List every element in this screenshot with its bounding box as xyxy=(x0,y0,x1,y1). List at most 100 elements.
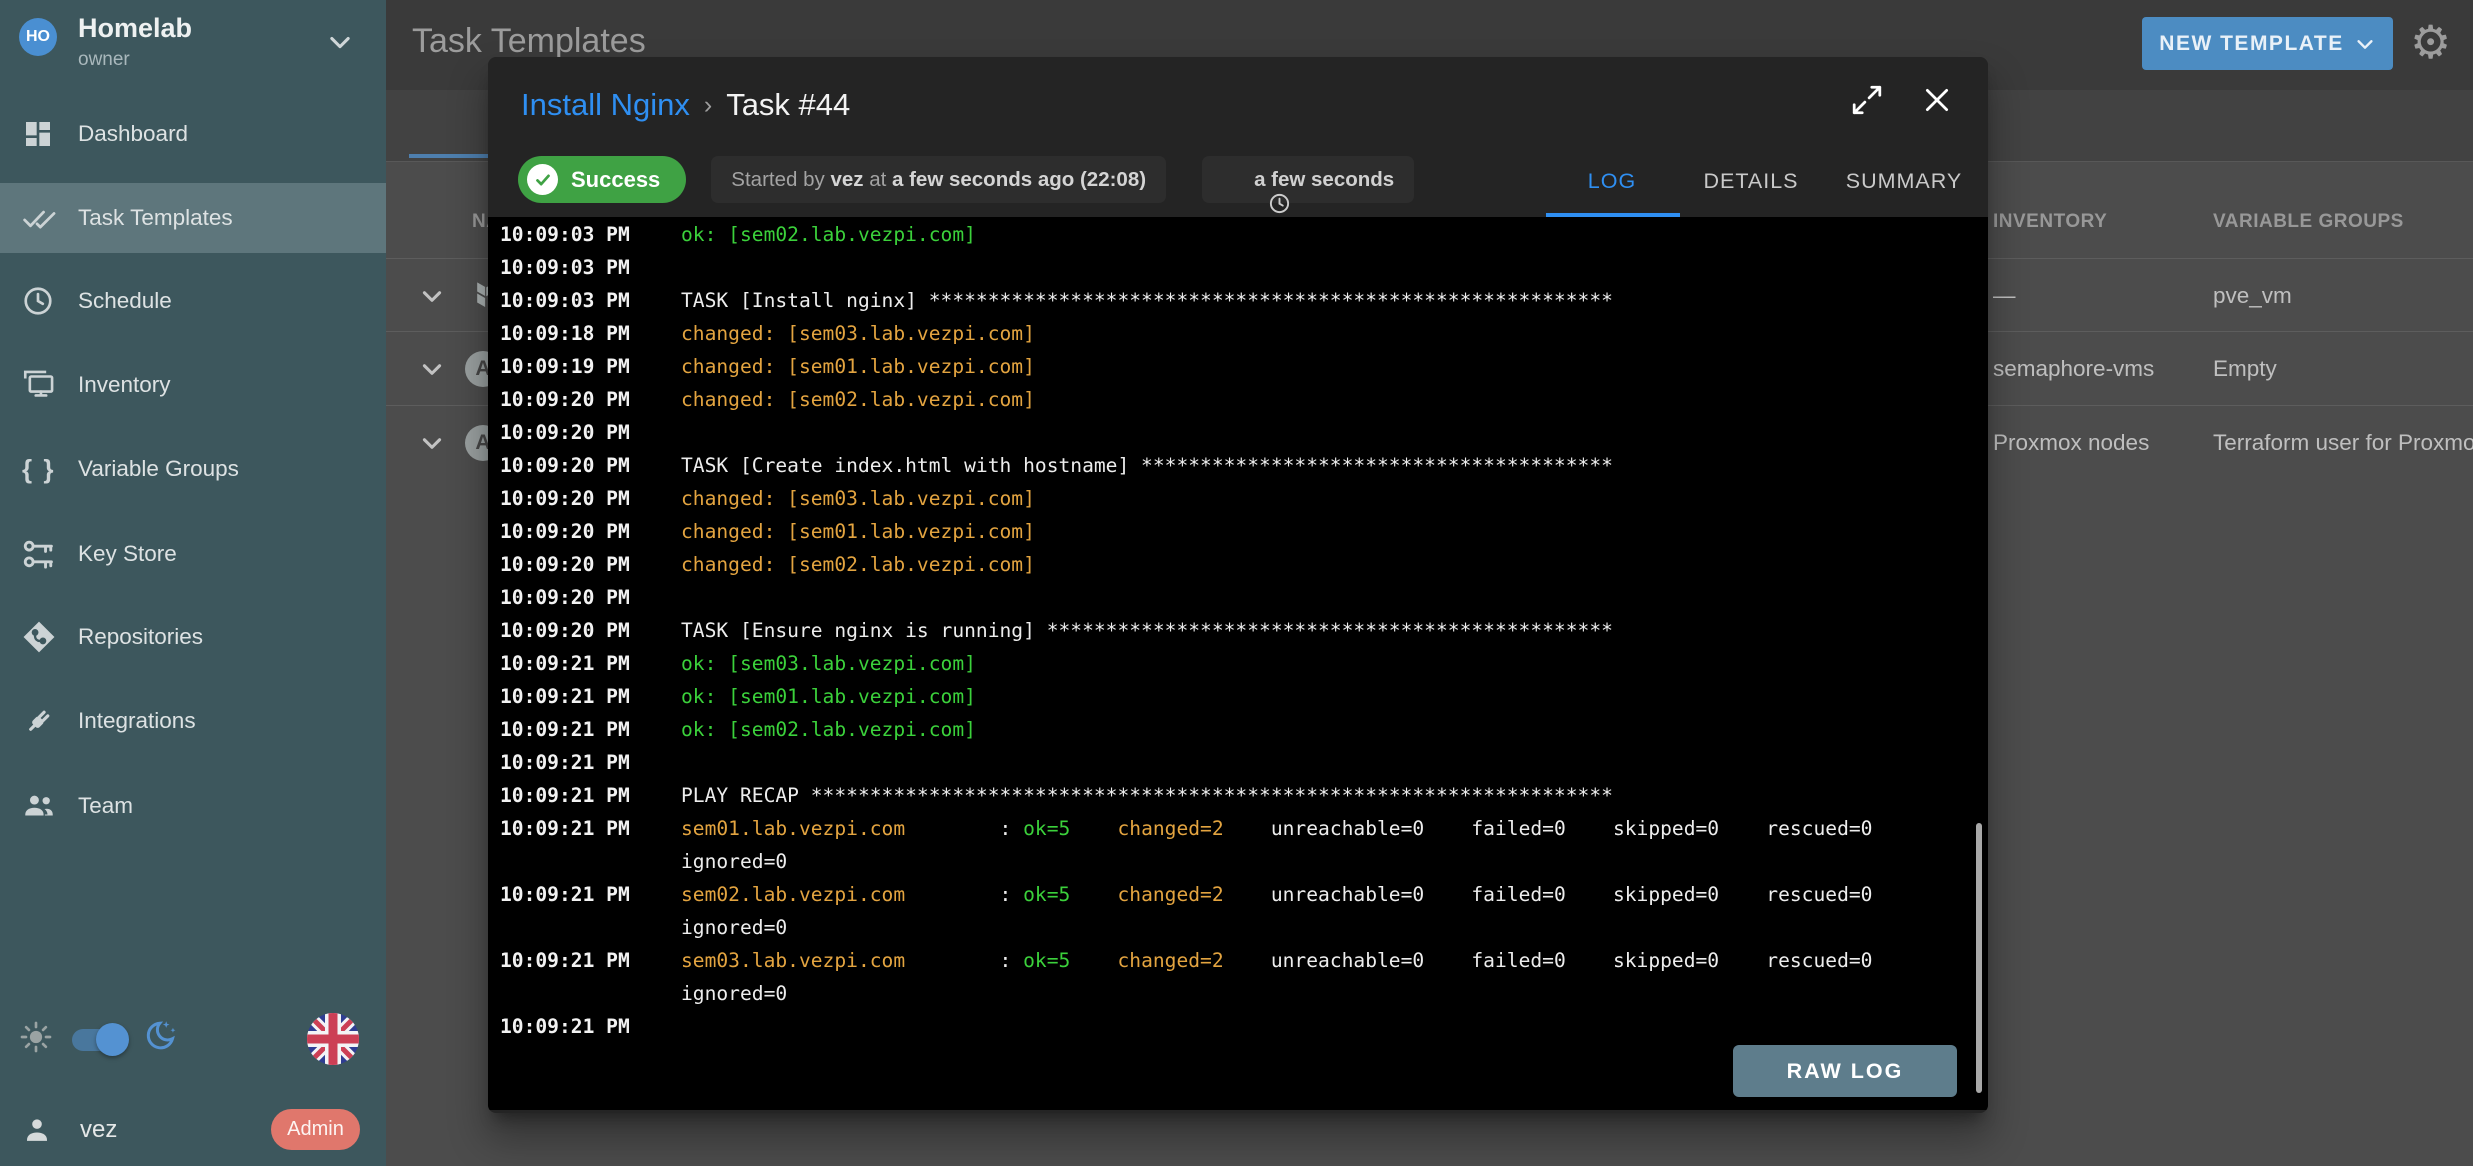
schedule-icon xyxy=(22,284,58,318)
log-timestamp: 10:09:18 PM xyxy=(500,322,630,345)
raw-log-button[interactable]: RAW LOG xyxy=(1733,1045,1957,1097)
clock-icon xyxy=(1222,168,1245,191)
log-message: changed: [sem03.lab.vezpi.com] xyxy=(681,487,1035,510)
log-timestamp: 10:09:21 PM xyxy=(500,751,630,774)
log-timestamp: 10:09:20 PM xyxy=(500,487,630,510)
dark-mode-toggle-knob[interactable] xyxy=(96,1023,129,1056)
tab-all-underline xyxy=(409,154,490,158)
duration-chip: a few seconds xyxy=(1202,156,1414,203)
log-line: 10:09:20 PM xyxy=(500,416,1988,449)
log-timestamp: 10:09:03 PM xyxy=(500,289,630,312)
page-title: Task Templates xyxy=(412,22,646,61)
template-link[interactable]: Install Nginx xyxy=(521,87,690,123)
new-template-button[interactable]: NEW TEMPLATE xyxy=(2142,17,2393,70)
log-line: 10:09:21 PMsem01.lab.vezpi.com : ok=5 ch… xyxy=(500,812,1988,845)
tab-summary[interactable]: SUMMARY xyxy=(1846,169,1963,194)
expand-icon[interactable] xyxy=(1851,84,1883,116)
sidebar-item-team[interactable]: Team xyxy=(0,771,386,841)
close-icon[interactable] xyxy=(1922,85,1952,115)
log-line: 10:09:21 PMok: [sem01.lab.vezpi.com] xyxy=(500,680,1988,713)
log-message: ignored=0 xyxy=(681,850,787,873)
log-timestamp: 10:09:03 PM xyxy=(500,223,630,246)
log-line: 10:09:21 PM xyxy=(500,746,1988,779)
sidebar-item-label: Variable Groups xyxy=(78,456,239,482)
cell-variable-groups: Empty xyxy=(2213,356,2277,382)
log-line: 10:09:20 PM xyxy=(500,581,1988,614)
log-scrollbar-thumb[interactable] xyxy=(1976,823,1982,1093)
sidebar-item-label: Repositories xyxy=(78,624,203,650)
log-line: 10:09:03 PM ok: [sem02.lab.vezpi.com] xyxy=(500,218,1988,251)
project-selector[interactable]: HO Homelab owner xyxy=(0,0,386,92)
log-message: ok: [sem02.lab.vezpi.com] xyxy=(681,223,976,246)
log-timestamp: 10:09:20 PM xyxy=(500,619,630,642)
log-line: 10:09:03 PM xyxy=(500,251,1988,284)
keystore-icon xyxy=(22,537,58,571)
log-line: 10:09:20 PM TASK [Ensure nginx is running… xyxy=(500,614,1988,647)
chevron-down-icon xyxy=(2354,33,2376,55)
log-message: PLAY RECAP *****************************… xyxy=(681,784,1613,807)
project-role: owner xyxy=(78,49,130,71)
sidebar-item-key-store[interactable]: Key Store xyxy=(0,519,386,589)
log-message: sem03.lab.vezpi.com : ok=5 changed=2 unr… xyxy=(681,949,1872,972)
log-message: changed: [sem03.lab.vezpi.com] xyxy=(681,322,1035,345)
column-header-variable-groups: VARIABLE GROUPS xyxy=(2213,211,2404,233)
sidebar-item-inventory[interactable]: Inventory xyxy=(0,350,386,420)
log-message: sem02.lab.vezpi.com : ok=5 changed=2 unr… xyxy=(681,883,1872,906)
log-line: 10:09:20 PM changed: [sem03.lab.vezpi.com… xyxy=(500,482,1988,515)
sidebar-item-label: Integrations xyxy=(78,708,196,734)
chevron-down-icon[interactable] xyxy=(419,430,445,456)
log-message: ignored=0 xyxy=(681,916,787,939)
sidebar-item-variable-groups[interactable]: { }Variable Groups xyxy=(0,434,386,504)
log-message: sem01.lab.vezpi.com : ok=5 changed=2 unr… xyxy=(681,817,1872,840)
log-message: changed: [sem01.lab.vezpi.com] xyxy=(681,520,1035,543)
uk-flag-icon[interactable] xyxy=(307,1013,359,1065)
log-timestamp: 10:09:20 PM xyxy=(500,454,630,477)
sidebar-item-label: Inventory xyxy=(78,372,171,398)
chevron-down-icon[interactable] xyxy=(419,356,445,382)
user-row[interactable]: vez Admin xyxy=(0,1100,386,1160)
sidebar-item-repositories[interactable]: Repositories xyxy=(0,602,386,672)
theme-toggle-row xyxy=(0,1013,386,1069)
column-header-inventory: INVENTORY xyxy=(1993,211,2107,233)
tab-details[interactable]: DETAILS xyxy=(1703,169,1798,194)
task-log-modal: Install Nginx › Task #44 Success Started… xyxy=(488,57,1988,1113)
log-message: TASK [Install nginx] *******************… xyxy=(681,289,1613,312)
log-message: ignored=0 xyxy=(681,982,787,1005)
sidebar-item-task-templates[interactable]: Task Templates xyxy=(0,183,386,253)
log-line: ignored=0 xyxy=(500,911,1988,944)
team-icon xyxy=(22,789,58,823)
log-timestamp: 10:09:21 PM xyxy=(500,949,630,972)
chevron-down-icon[interactable] xyxy=(419,283,445,309)
task-log-output[interactable]: 10:09:03 PMok: [sem02.lab.vezpi.com]10:0… xyxy=(488,217,1988,1110)
log-line: 10:09:21 PM sem03.lab.vezpi.com : ok=5 ch… xyxy=(500,944,1988,977)
log-message: ok: [sem02.lab.vezpi.com] xyxy=(681,718,976,741)
log-message: changed: [sem02.lab.vezpi.com] xyxy=(681,553,1035,576)
sidebar-item-schedule[interactable]: Schedule xyxy=(0,266,386,336)
log-line: 10:09:03 PM TASK [Install nginx] ********… xyxy=(500,284,1988,317)
log-message: changed: [sem02.lab.vezpi.com] xyxy=(681,388,1035,411)
log-timestamp: 10:09:03 PM xyxy=(500,256,630,279)
cell-inventory: — xyxy=(1993,283,2016,309)
cell-variable-groups: pve_vm xyxy=(2213,283,2292,309)
tab-log[interactable]: LOG xyxy=(1588,169,1636,194)
repositories-icon xyxy=(22,620,58,654)
log-line: 10:09:21 PMok: [sem03.lab.vezpi.com] xyxy=(500,647,1988,680)
status-badge: Success xyxy=(518,156,686,203)
log-timestamp: 10:09:20 PM xyxy=(500,388,630,411)
modal-status-row: Success Started by vez at a few seconds … xyxy=(518,156,1414,203)
check-circle-icon xyxy=(527,164,558,195)
sidebar-item-dashboard[interactable]: Dashboard xyxy=(0,99,386,169)
log-timestamp: 10:09:21 PM xyxy=(500,652,630,675)
log-timestamp: 10:09:20 PM xyxy=(500,586,630,609)
sidebar-item-integrations[interactable]: Integrations xyxy=(0,686,386,756)
sidebar-item-label: Dashboard xyxy=(78,121,188,147)
user-name: vez xyxy=(80,1116,117,1144)
log-timestamp: 10:09:20 PM xyxy=(500,520,630,543)
log-line: 10:09:21 PM ok: [sem02.lab.vezpi.com] xyxy=(500,713,1988,746)
log-timestamp: 10:09:21 PM xyxy=(500,718,630,741)
log-message: TASK [Ensure nginx is running] *********… xyxy=(681,619,1613,642)
gear-icon[interactable]: ⚙ xyxy=(2410,14,2451,70)
sidebar: HO Homelab owner Dashboard Task Templates… xyxy=(0,0,386,1166)
project-avatar: HO xyxy=(19,18,57,56)
log-timestamp: 10:09:21 PM xyxy=(500,685,630,708)
